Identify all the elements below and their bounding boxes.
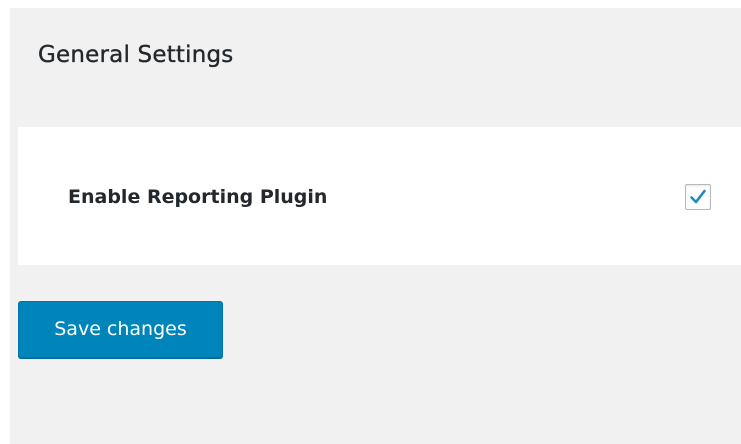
save-changes-button[interactable]: Save changes: [18, 301, 223, 358]
settings-panel: General Settings Enable Reporting Plugin…: [10, 8, 741, 444]
checkmark-icon: [690, 189, 706, 204]
settings-card: Enable Reporting Plugin: [18, 127, 741, 265]
page-title: General Settings: [38, 42, 234, 68]
enable-reporting-plugin-label: Enable Reporting Plugin: [68, 186, 328, 208]
enable-reporting-plugin-checkbox[interactable]: [685, 184, 711, 210]
